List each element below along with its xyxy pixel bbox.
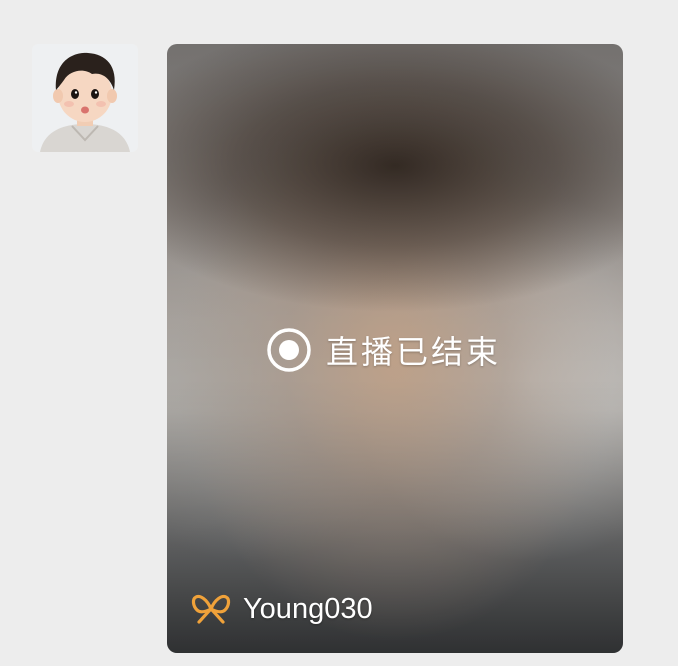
channel-name: Young030 [243,592,373,625]
chat-message-row: 直播已结束 Young030 [0,0,678,666]
live-ended-record-icon [266,327,312,373]
sender-avatar[interactable] [32,44,138,152]
channel-info[interactable]: Young030 [191,589,373,629]
live-ended-status: 直播已结束 [266,326,501,374]
channels-butterfly-icon [191,592,231,626]
avatar-image [32,44,138,152]
live-stream-card[interactable]: 直播已结束 Young030 [167,44,623,653]
live-ended-label: 直播已结束 [326,333,502,371]
